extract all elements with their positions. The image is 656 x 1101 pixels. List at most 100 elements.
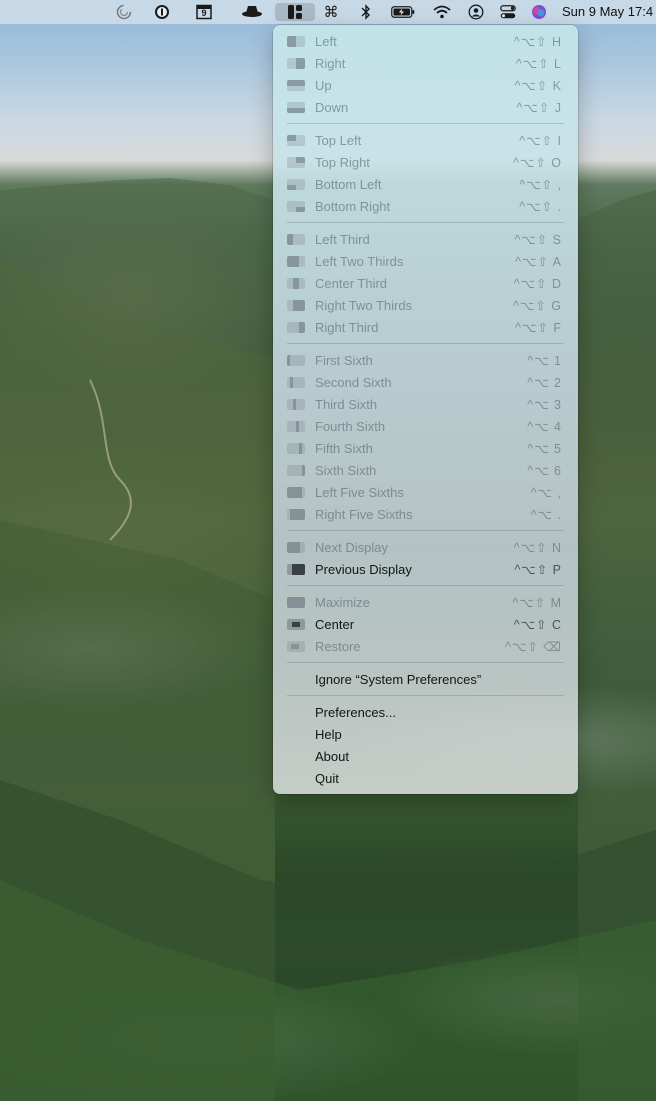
right-third-icon [287,322,305,333]
battery-icon[interactable] [390,3,416,21]
menu-item-down[interactable]: Down ^⌥⇧ J [273,96,578,118]
menu-item-label: Right Five Sixths [315,507,413,522]
menu-item-left[interactable]: Left ^⌥⇧ H [273,30,578,52]
menu-item-right-five-sixths[interactable]: Right Five Sixths ^⌥ . [273,503,578,525]
top-left-icon [287,135,305,146]
keyboard-shortcut: ^⌥⇧ P [514,563,562,577]
keyboard-shortcut: ^⌥⇧ M [512,596,562,610]
menu-separator [287,662,564,663]
menu-item-label: Center [315,617,355,632]
keyboard-shortcut: ^⌥⇧ A [515,255,562,269]
menu-item-first-sixth[interactable]: First Sixth ^⌥ 1 [273,349,578,371]
menu-item-up[interactable]: Up ^⌥⇧ K [273,74,578,96]
control-center-icon[interactable] [499,3,517,21]
menu-item-fifth-sixth[interactable]: Fifth Sixth ^⌥ 5 [273,437,578,459]
keyboard-shortcut: ^⌥⇧ G [513,299,562,313]
keyboard-shortcut: ^⌥⇧ F [515,321,562,335]
keyboard-shortcut: ^⌥⇧ J [516,101,562,115]
top-half-icon [287,80,305,91]
menu-item-label: About [315,749,349,764]
keyboard-shortcut: ^⌥⇧ , [519,178,562,192]
menu-item-label: Third Sixth [315,397,378,412]
bottom-half-icon [287,102,305,113]
menu-item-label: Second Sixth [315,375,392,390]
siri-icon[interactable] [530,3,548,21]
menu-item-help[interactable]: Help [273,723,578,745]
center-icon [287,619,305,630]
menu-item-maximize[interactable]: Maximize ^⌥⇧ M [273,591,578,613]
calendar-day: 9 [201,8,207,18]
menu-item-left-two-thirds[interactable]: Left Two Thirds ^⌥⇧ A [273,250,578,272]
keyboard-shortcut: ^⌥ 4 [527,420,562,434]
menu-item-label: Fifth Sixth [315,441,373,456]
menu-item-sixth-sixth[interactable]: Sixth Sixth ^⌥ 6 [273,459,578,481]
keyboard-shortcut: ^⌥ 1 [527,354,562,368]
menu-item-label: Bottom Right [315,199,391,214]
menu-item-label: Left Two Thirds [315,254,404,269]
menu-item-label: Left [315,34,337,49]
menu-separator [287,123,564,124]
third-sixth-icon [287,399,305,410]
menu-item-label: Ignore “System Preferences” [315,672,482,687]
maximize-icon [287,597,305,608]
menu-item-label: Top Right [315,155,370,170]
keyboard-shortcut: ^⌥ 6 [527,464,562,478]
menu-item-label: Quit [315,771,339,786]
menu-item-right-two-thirds[interactable]: Right Two Thirds ^⌥⇧ G [273,294,578,316]
menu-item-label: Next Display [315,540,388,555]
center-third-icon [287,278,305,289]
menu-item-about[interactable]: About [273,745,578,767]
menu-item-label: Sixth Sixth [315,463,377,478]
keyboard-shortcut: ^⌥⇧ . [519,200,562,214]
user-icon[interactable] [467,3,485,21]
rectangle-app-icon[interactable] [275,3,315,21]
menu-item-right-third[interactable]: Right Third ^⌥⇧ F [273,316,578,338]
wifi-icon[interactable] [432,3,452,21]
menu-item-label: Left Five Sixths [315,485,404,500]
menu-item-fourth-sixth[interactable]: Fourth Sixth ^⌥ 4 [273,415,578,437]
keyboard-shortcut: ^⌥ 3 [527,398,562,412]
menu-item-ignore-system-preferences[interactable]: Ignore “System Preferences” [273,668,578,690]
incognito-icon[interactable] [241,3,263,21]
menu-item-label: Down [315,100,349,115]
menu-item-next-display[interactable]: Next Display ^⌥⇧ N [273,536,578,558]
menu-item-label: Up [315,78,332,93]
menu-item-top-right[interactable]: Top Right ^⌥⇧ O [273,151,578,173]
menu-item-bottom-left[interactable]: Bottom Left ^⌥⇧ , [273,173,578,195]
command-icon[interactable]: ⌘ [322,3,340,21]
menu-item-right[interactable]: Right ^⌥⇧ L [273,52,578,74]
bluetooth-icon[interactable] [358,3,374,21]
menu-item-third-sixth[interactable]: Third Sixth ^⌥ 3 [273,393,578,415]
menu-item-left-third[interactable]: Left Third ^⌥⇧ S [273,228,578,250]
bottom-right-icon [287,201,305,212]
menu-item-label: Maximize [315,595,370,610]
menu-bar: 9 ⌘ Sun 9 May 17:4 [0,0,656,24]
menu-item-label: Right [315,56,346,71]
menu-item-center-third[interactable]: Center Third ^⌥⇧ D [273,272,578,294]
menu-separator [287,222,564,223]
arc-icon[interactable] [115,3,133,21]
menubar-clock[interactable]: Sun 9 May 17:4 [562,4,653,19]
menu-item-bottom-right[interactable]: Bottom Right ^⌥⇧ . [273,195,578,217]
menu-item-preferences[interactable]: Preferences... [273,701,578,723]
keyboard-shortcut: ^⌥ 5 [527,442,562,456]
right-five-sixths-icon [287,509,305,520]
menu-item-previous-display[interactable]: Previous Display ^⌥⇧ P [273,558,578,580]
1password-icon[interactable] [153,3,171,21]
menu-item-top-left[interactable]: Top Left ^⌥⇧ I [273,129,578,151]
menu-separator [287,695,564,696]
right-half-icon [287,58,305,69]
keyboard-shortcut: ^⌥ , [530,486,562,500]
menu-item-label: Preferences... [315,705,396,720]
previous-display-icon [287,564,305,575]
menu-item-left-five-sixths[interactable]: Left Five Sixths ^⌥ , [273,481,578,503]
menu-item-restore[interactable]: Restore ^⌥⇧ ⌫ [273,635,578,657]
keyboard-shortcut: ^⌥⇧ C [513,618,562,632]
bottom-left-icon [287,179,305,190]
menu-item-second-sixth[interactable]: Second Sixth ^⌥ 2 [273,371,578,393]
menu-item-center[interactable]: Center ^⌥⇧ C [273,613,578,635]
fourth-sixth-icon [287,421,305,432]
left-two-thirds-icon [287,256,305,267]
calendar-icon[interactable]: 9 [195,3,213,21]
menu-item-quit[interactable]: Quit [273,767,578,789]
